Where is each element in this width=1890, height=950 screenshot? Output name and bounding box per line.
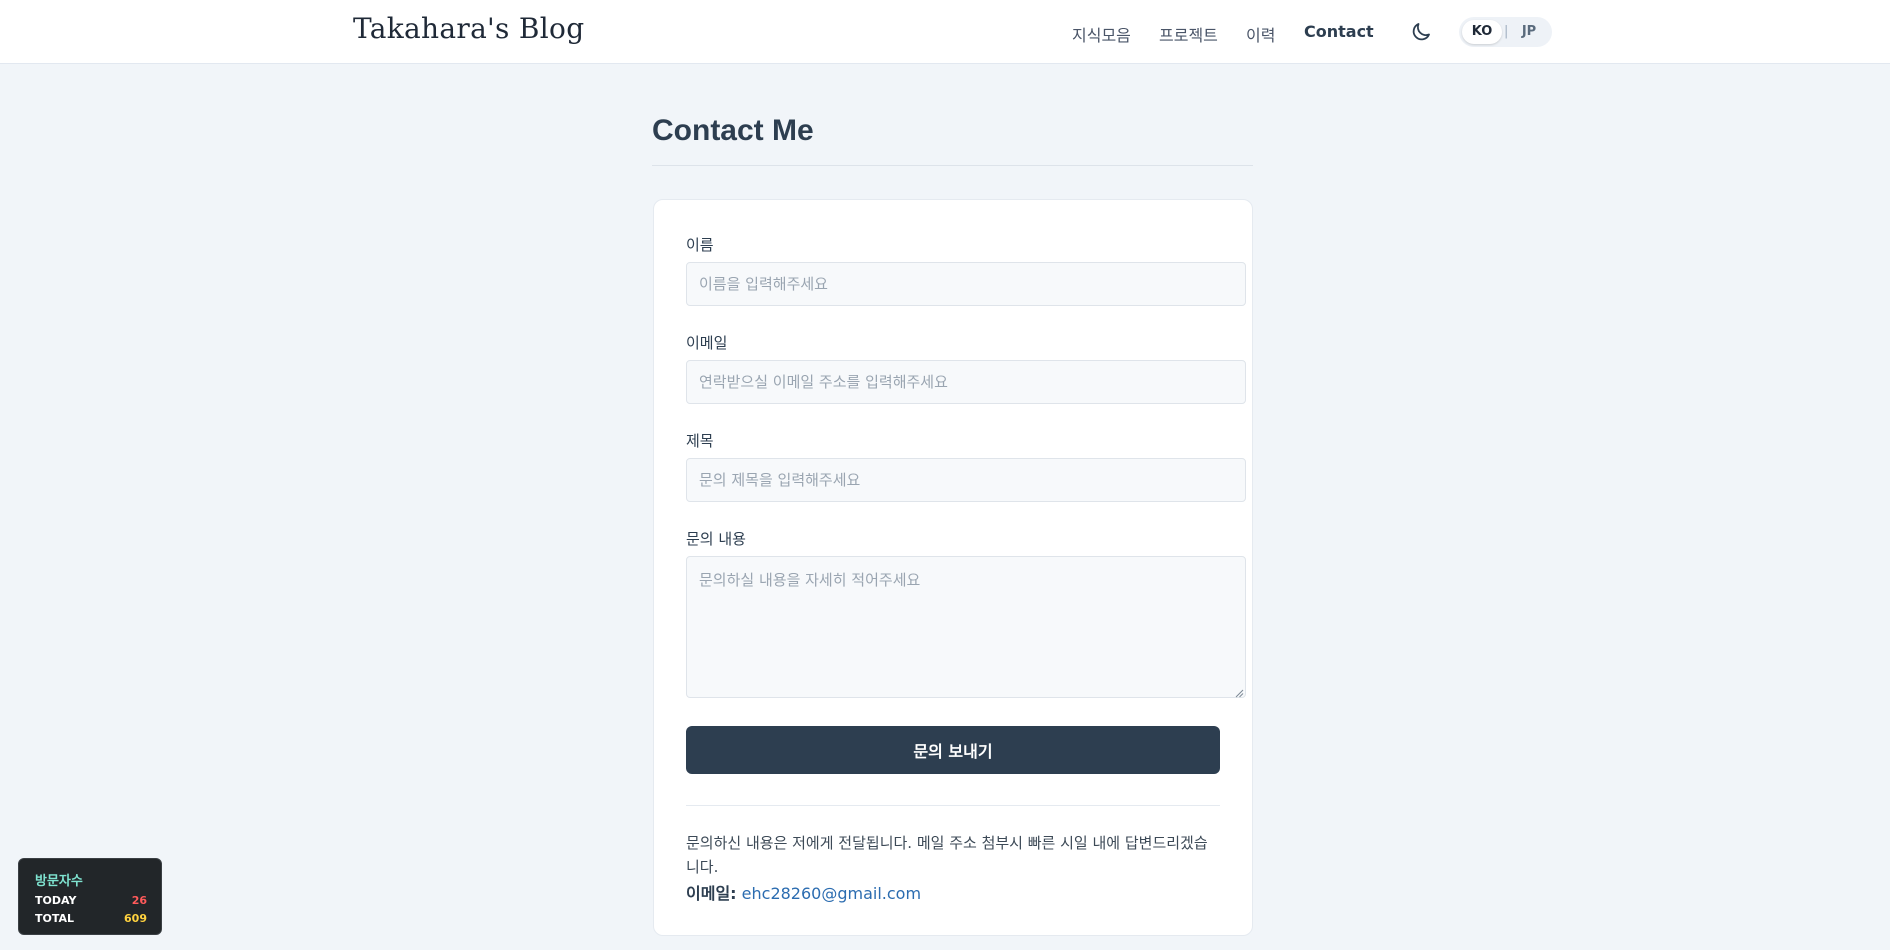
message-textarea[interactable]	[686, 556, 1246, 698]
email-label: 이메일	[686, 334, 728, 352]
nav-projects[interactable]: 프로젝트	[1159, 22, 1218, 46]
email-field[interactable]	[686, 360, 1246, 404]
subject-field[interactable]	[686, 458, 1246, 502]
submit-inquiry-button[interactable]: 문의 보내기	[686, 726, 1220, 774]
contact-email-line: 이메일: ehc28260@gmail.com	[686, 880, 921, 904]
name-label: 이름	[686, 236, 714, 254]
contact-note: 문의하신 내용은 저에게 전달됩니다. 메일 주소 첨부시 빠른 시일 내에 답…	[686, 834, 1208, 876]
visitor-total-count: 609	[124, 912, 147, 925]
resize-grip-icon[interactable]	[1234, 683, 1244, 698]
visitor-counter: 방문자수 TODAY 26 TOTAL 609	[18, 858, 162, 935]
lang-separator: |	[1504, 24, 1509, 39]
subject-label: 제목	[686, 432, 714, 450]
lang-jp-button[interactable]: JP	[1511, 20, 1547, 44]
card-divider	[686, 805, 1220, 806]
lang-ko-button[interactable]: KO	[1462, 20, 1502, 44]
visitor-title: 방문자수	[35, 874, 83, 889]
top-navbar: Takahara's Blog 지식모음 프로젝트 이력 Contact KO …	[0, 0, 1890, 64]
visitor-today-label: TODAY	[35, 894, 77, 907]
page-title: Contact Me	[652, 114, 814, 147]
name-field[interactable]	[686, 262, 1246, 306]
visitor-total-label: TOTAL	[35, 912, 75, 925]
blog-brand-link[interactable]: Takahara's Blog	[353, 12, 584, 45]
email-link[interactable]: ehc28260@gmail.com	[742, 884, 921, 903]
nav-contact[interactable]: Contact	[1304, 22, 1374, 41]
language-switcher: KO | JP	[1459, 17, 1552, 47]
nav-resume[interactable]: 이력	[1246, 22, 1275, 46]
nav-knowledge[interactable]: 지식모음	[1072, 22, 1131, 46]
visitor-today-count: 26	[131, 894, 147, 907]
email-key-label: 이메일:	[686, 884, 737, 903]
moon-icon[interactable]	[1409, 20, 1433, 44]
title-divider	[652, 165, 1253, 166]
message-label: 문의 내용	[686, 530, 746, 548]
